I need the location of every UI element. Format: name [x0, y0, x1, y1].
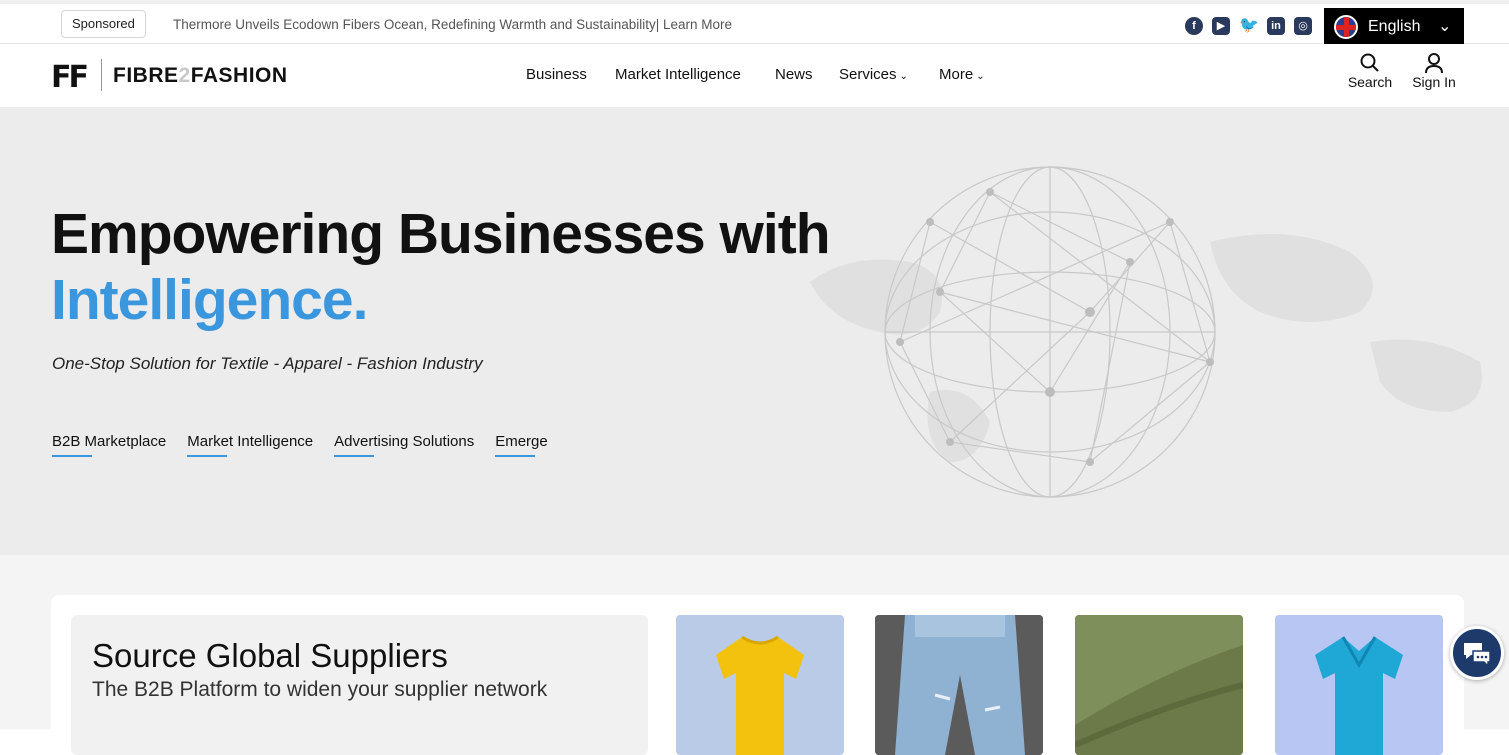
nav-business[interactable]: Business	[526, 66, 587, 83]
yellow-tshirt-image	[716, 635, 804, 755]
link-b2b-marketplace[interactable]: B2B Marketplace	[52, 433, 166, 457]
sponsored-link[interactable]: Thermore Unveils Ecodown Fibers Ocean, R…	[173, 17, 732, 32]
linkedin-icon[interactable]: in	[1267, 17, 1285, 35]
search-button[interactable]: Search	[1346, 52, 1394, 90]
nav-market-intelligence[interactable]: Market Intelligence	[615, 66, 741, 83]
twitter-icon[interactable]: 🐦	[1239, 17, 1259, 35]
hero-section: Empowering Businesses with Intelligence.…	[0, 107, 1509, 555]
chevron-down-icon: ⌄	[1438, 18, 1452, 35]
search-icon	[1360, 53, 1379, 72]
facebook-icon[interactable]: f	[1185, 17, 1203, 35]
logo-mark: FF	[51, 60, 89, 95]
product-tile-yellow-tshirt[interactable]	[676, 615, 844, 755]
link-market-intelligence[interactable]: Market Intelligence	[187, 433, 313, 457]
main-navbar: FF FIBRE2FASHION Business Market Intelli…	[0, 44, 1509, 107]
chat-widget-button[interactable]	[1450, 626, 1504, 680]
source-section: Source Global Suppliers The B2B Platform…	[0, 555, 1509, 755]
product-tile-jeans[interactable]	[875, 615, 1043, 755]
sign-in-label: Sign In	[1412, 74, 1456, 90]
chevron-down-icon: ⌄	[899, 71, 908, 82]
source-title: Source Global Suppliers	[92, 637, 448, 674]
hero-links: B2B Marketplace Market Intelligence Advert…	[52, 433, 569, 457]
language-selector[interactable]: English ⌄	[1324, 8, 1464, 47]
sponsored-badge: Sponsored	[61, 10, 146, 38]
hero-subtitle: One-Stop Solution for Textile - Apparel …	[52, 354, 483, 373]
chat-icon	[1464, 643, 1491, 668]
uk-flag-icon	[1334, 15, 1358, 39]
source-subtitle: The B2B Platform to widen your supplier …	[92, 678, 548, 701]
globe-network-graphic	[810, 166, 1482, 498]
source-intro: Source Global Suppliers The B2B Platform…	[71, 615, 648, 755]
product-tile-polo[interactable]	[1275, 615, 1443, 755]
hero-title: Empowering Businesses with Intelligence.	[51, 201, 831, 333]
search-label: Search	[1347, 74, 1393, 90]
product-tile-fabric[interactable]	[1075, 615, 1243, 755]
logo-text: FIBRE2FASHION	[113, 64, 288, 87]
nav-news[interactable]: News	[775, 66, 813, 83]
language-label: English	[1368, 18, 1421, 35]
sponsored-bar: Sponsored Thermore Unveils Ecodown Fiber…	[0, 0, 1509, 47]
hero-title-line1: Empowering Businesses with	[51, 202, 831, 266]
nav-more[interactable]: More ⌄	[939, 66, 985, 83]
nav-services[interactable]: Services ⌄	[839, 66, 908, 83]
chevron-down-icon: ⌄	[976, 71, 985, 82]
youtube-icon[interactable]: ▶	[1212, 17, 1230, 35]
source-card: Source Global Suppliers The B2B Platform…	[51, 595, 1464, 755]
link-advertising-solutions[interactable]: Advertising Solutions	[334, 433, 474, 457]
link-emerge[interactable]: Emerge	[495, 433, 548, 457]
sign-in-button[interactable]: Sign In	[1410, 52, 1458, 90]
green-fabric-image	[1075, 615, 1243, 755]
jeans-image	[875, 615, 1043, 755]
user-icon	[1425, 53, 1443, 74]
blue-polo-image	[1315, 636, 1403, 755]
hero-title-accent: Intelligence.	[51, 268, 368, 332]
logo-divider	[101, 59, 102, 91]
instagram-icon[interactable]: ◎	[1294, 17, 1312, 35]
